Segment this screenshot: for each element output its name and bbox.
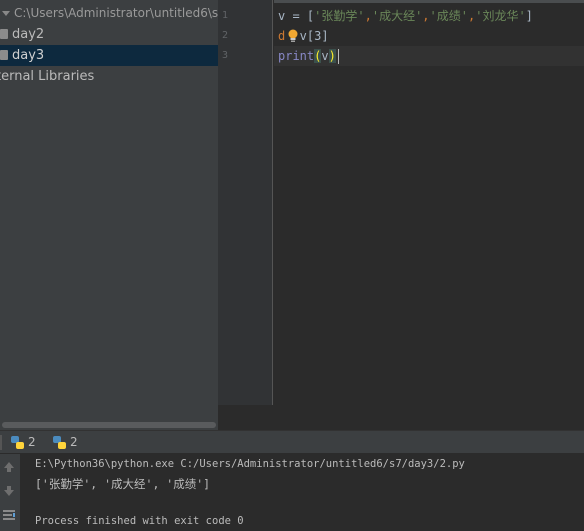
tree-item-day2[interactable]: day2	[0, 24, 218, 45]
python-icon	[11, 436, 24, 449]
string-token: '成绩'	[429, 9, 468, 23]
builtin-token: print	[278, 49, 315, 63]
string-token: '成大经'	[371, 9, 423, 23]
lightbulb-icon[interactable]	[287, 29, 299, 43]
comma-token: ,	[364, 9, 372, 23]
code-line-1[interactable]: v = ['张勤学','成大经','成绩','刘龙华']	[278, 6, 533, 26]
console-output-line: ['张勤学', '成大经', '成绩']	[35, 477, 211, 491]
arrow-down-icon[interactable]	[2, 484, 16, 498]
editor-gutter: 1 2 3	[218, 0, 273, 405]
project-horizontal-scrollbar[interactable]	[0, 420, 218, 430]
folder-icon	[0, 28, 8, 39]
editor-bottom-area	[218, 405, 584, 430]
python-icon	[53, 436, 66, 449]
project-root-node[interactable]: C:\Users\Administrator\untitled6\s7	[2, 3, 218, 24]
tree-item-external-libraries[interactable]: ternal Libraries	[0, 66, 94, 87]
code-token: =	[285, 9, 307, 23]
tree-item-label: ternal Libraries	[0, 69, 95, 84]
code-line-2[interactable]: d v[3]	[278, 26, 329, 46]
code-line-3[interactable]: print(v)	[278, 46, 336, 66]
code-token: v	[321, 49, 329, 63]
code-editor[interactable]: v = ['张勤学','成大经','成绩','刘龙华'] d v[3] prin…	[274, 0, 584, 405]
run-tab-bar: 2 2	[0, 430, 584, 454]
run-tab[interactable]: 2	[0, 431, 48, 454]
editor-top-strip	[274, 0, 584, 3]
folder-icon	[0, 49, 8, 60]
run-toolbar	[0, 454, 20, 531]
text-caret	[338, 49, 339, 64]
matched-brace: )	[328, 49, 336, 63]
code-token: ]	[525, 9, 533, 23]
run-tab[interactable]: 2	[48, 431, 92, 454]
project-root-path: C:\Users\Administrator\untitled6\s7	[14, 6, 218, 20]
arrow-up-icon[interactable]	[2, 460, 16, 474]
soft-wrap-icon[interactable]	[2, 508, 16, 522]
line-number: 3	[222, 50, 229, 61]
comma-token: ,	[422, 9, 430, 23]
console-exit-line: Process finished with exit code 0	[35, 515, 244, 527]
run-tab-label: 2	[70, 435, 78, 449]
tree-item-day3[interactable]: day3	[0, 45, 218, 66]
tree-item-label: day2	[12, 27, 45, 42]
console-command-line: E:\Python36\python.exe C:/Users/Administ…	[35, 458, 465, 470]
line-number: 1	[222, 10, 229, 21]
project-panel: C:\Users\Administrator\untitled6\s7 day2…	[0, 0, 218, 420]
scrollbar-thumb[interactable]	[2, 422, 216, 428]
string-token: '张勤学'	[314, 9, 365, 23]
run-tab-label: 2	[28, 435, 36, 449]
run-console[interactable]: E:\Python36\python.exe C:/Users/Administ…	[20, 454, 584, 531]
tree-item-label: day3	[12, 48, 45, 63]
string-token: '刘龙华'	[475, 9, 526, 23]
line-number: 2	[222, 30, 229, 41]
chevron-down-icon[interactable]	[2, 11, 10, 16]
